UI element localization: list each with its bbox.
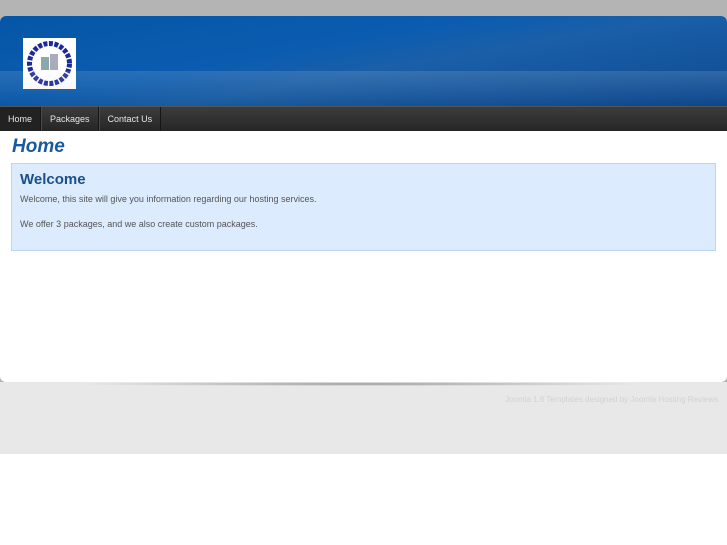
article-heading: Welcome (20, 171, 86, 188)
footer: Joomla 1.6 Templates designed by Joomla … (0, 382, 727, 454)
footer-credit-link[interactable]: Joomla 1.6 Templates designed by Joomla … (505, 395, 718, 404)
article-paragraph: Welcome, this site will give you informa… (20, 194, 317, 204)
nav-home[interactable]: Home (0, 107, 42, 131)
header-banner (0, 16, 727, 106)
site-container: Home Packages Contact Us Home Welcome We… (0, 16, 727, 382)
page-title: Home (12, 136, 65, 157)
site-logo[interactable] (23, 38, 76, 89)
article-paragraph: We offer 3 packages, and we also create … (20, 219, 258, 229)
main-nav: Home Packages Contact Us (0, 106, 727, 131)
nav-contact-us[interactable]: Contact Us (98, 107, 162, 131)
container-shadow (70, 382, 650, 386)
logo-emblem-icon (27, 41, 72, 86)
welcome-article: Welcome Welcome, this site will give you… (11, 163, 716, 251)
nav-packages[interactable]: Packages (41, 107, 99, 131)
